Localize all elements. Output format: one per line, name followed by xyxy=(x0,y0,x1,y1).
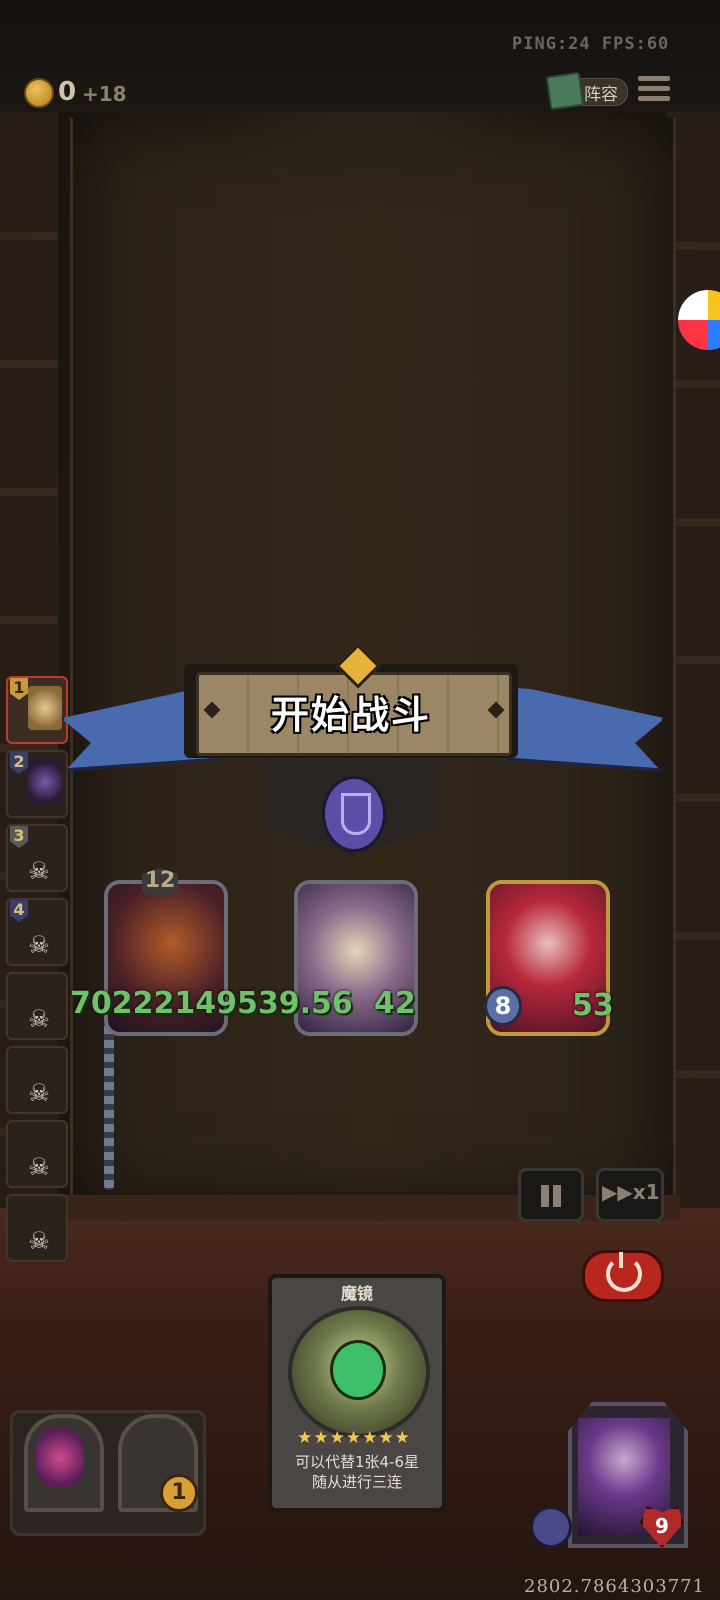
item-star-rating: ★★★★★★★ xyxy=(297,1428,411,1448)
roster-rank: 1 xyxy=(10,678,28,700)
player-portrait xyxy=(28,760,62,804)
hero-shield-icon xyxy=(530,1506,572,1548)
menu-icon[interactable] xyxy=(638,76,670,104)
shield-icon xyxy=(322,776,386,852)
roster-slot-1[interactable]: 1 xyxy=(6,676,68,744)
player-portrait xyxy=(28,686,62,730)
roster-rank: 3 xyxy=(10,826,28,848)
power-icon xyxy=(606,1252,642,1292)
speed-label: ▶▶x1 xyxy=(602,1180,660,1204)
skull-icon: ☠ xyxy=(28,1005,50,1033)
book-icon xyxy=(545,71,585,111)
gold-income: +18 xyxy=(82,82,127,106)
roster-slot-2[interactable]: 2 xyxy=(6,750,68,818)
minion-level-badge: 12 xyxy=(142,868,178,898)
ping-fps-readout: PING:24 FPS:60 xyxy=(512,34,670,54)
item-card-title: 魔镜 xyxy=(340,1284,373,1303)
mirror-face-icon xyxy=(330,1340,386,1400)
roster-slot-3[interactable]: 3 ☠ xyxy=(6,824,68,892)
item-card-description: 可以代替1张4-6星 随从进行三连 xyxy=(272,1452,442,1492)
roster-rank: 4 xyxy=(10,900,28,922)
item-desc-line1: 可以代替1张4-6星 xyxy=(294,1453,420,1471)
jester-attack-badge: 8 xyxy=(484,986,522,1026)
roster-slot-5[interactable]: ☠ xyxy=(6,972,68,1040)
stage-rim xyxy=(60,1195,680,1221)
item-desc-line2: 随从进行三连 xyxy=(311,1473,402,1491)
shop-level-badge: 1 xyxy=(160,1474,198,1512)
battle-start-title: 开始战斗 xyxy=(270,693,431,737)
jester-health-value: 53 xyxy=(572,988,614,1023)
roster-rank: 2 xyxy=(10,752,28,774)
skull-icon: ☠ xyxy=(28,1079,50,1107)
lineup-button-label: 阵容 xyxy=(584,85,618,105)
roster-slot-6[interactable]: ☠ xyxy=(6,1046,68,1114)
skull-icon: ☠ xyxy=(28,1227,50,1255)
gold-coin-icon xyxy=(24,78,54,108)
skull-icon: ☠ xyxy=(28,1153,50,1181)
roster-slot-8[interactable]: ☠ xyxy=(6,1194,68,1262)
overflow-stat-value: 70222149539.56 xyxy=(70,986,353,1021)
skull-icon: ☠ xyxy=(28,857,50,885)
curtain-decoration xyxy=(200,112,540,232)
shop-creature-icon xyxy=(36,1428,84,1488)
skull-icon: ☠ xyxy=(28,931,50,959)
roster-slot-4[interactable]: 4 ☠ xyxy=(6,898,68,966)
pause-button[interactable] xyxy=(518,1168,584,1222)
debug-value: 2802.7864303771 xyxy=(524,1576,706,1597)
dragon-health-value: 42 xyxy=(374,986,416,1021)
gold-count: 0 xyxy=(58,77,77,107)
roster-slot-7[interactable]: ☠ xyxy=(6,1120,68,1188)
